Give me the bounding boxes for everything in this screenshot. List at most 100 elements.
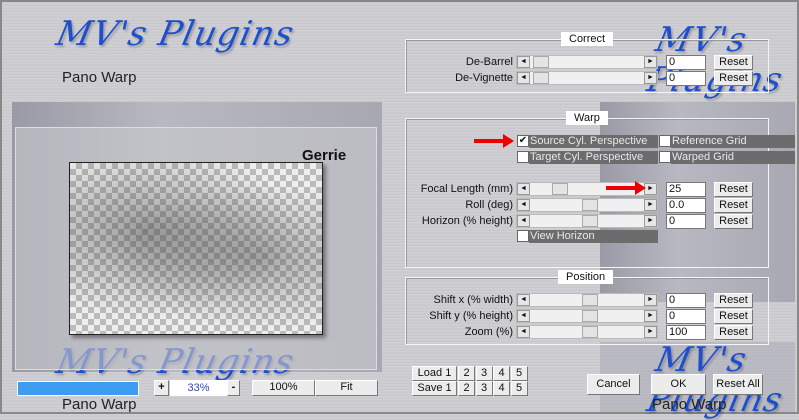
load-slot-4-button[interactable]: 4 — [493, 366, 510, 381]
reset-all-button[interactable]: Reset All — [713, 374, 763, 395]
cancel-button[interactable]: Cancel — [587, 374, 640, 395]
scroll-right-icon[interactable]: ► — [644, 56, 657, 68]
slider-thumb[interactable] — [533, 72, 549, 84]
focal-length-mm-reset-button[interactable]: Reset — [714, 182, 753, 197]
load-slot-3-button[interactable]: 3 — [475, 366, 493, 381]
slider-thumb[interactable] — [582, 326, 598, 338]
horizon-height-input[interactable]: 0 — [666, 214, 706, 229]
scroll-left-icon[interactable]: ◄ — [517, 326, 530, 338]
zoom-field[interactable]: 33% — [170, 380, 227, 396]
shift-y-height-input[interactable]: 0 — [666, 309, 706, 324]
warp-title: Warp — [566, 111, 608, 125]
slider-thumb[interactable] — [582, 199, 598, 211]
de-barrel-reset-button[interactable]: Reset — [714, 55, 753, 70]
scroll-right-icon[interactable]: ► — [644, 72, 657, 84]
horizon-height-reset-button[interactable]: Reset — [714, 214, 753, 229]
shift-x-width-label: Shift x (% width) — [433, 294, 513, 306]
scroll-left-icon[interactable]: ◄ — [517, 183, 530, 195]
zoom-input[interactable]: 100 — [666, 325, 706, 340]
source-cyl-checkbox[interactable]: ✔ — [517, 135, 529, 147]
scroll-right-icon[interactable]: ► — [644, 326, 657, 338]
horizon-height-slider[interactable]: ◄ ► — [516, 214, 658, 228]
scroll-left-icon[interactable]: ◄ — [517, 56, 530, 68]
zoom-row: Zoom (%) ◄ ► 100 Reset — [405, 325, 799, 340]
slider-thumb[interactable] — [552, 183, 568, 195]
horizon-height-label: Horizon (% height) — [421, 215, 513, 227]
load-1-button[interactable]: Load 1 — [412, 366, 457, 381]
roll-deg-input[interactable]: 0.0 — [666, 198, 706, 213]
source-cyl-label: Source Cyl. Perspective — [529, 135, 658, 148]
zoom-fit-button[interactable]: Fit — [315, 380, 378, 396]
shift-x-width-slider[interactable]: ◄ ► — [516, 293, 658, 307]
logo-subtitle-bottom-right: Pano Warp — [652, 396, 727, 413]
save-1-button[interactable]: Save 1 — [412, 381, 457, 396]
de-vignette-slider[interactable]: ◄ ► — [516, 71, 658, 85]
horizon-height-row: Horizon (% height) ◄ ► 0 Reset — [405, 214, 799, 229]
preview-image[interactable] — [69, 162, 323, 335]
shift-x-width-reset-button[interactable]: Reset — [714, 293, 753, 308]
zoom-100-button[interactable]: 100% — [252, 380, 315, 396]
ok-button[interactable]: OK — [651, 374, 706, 395]
scroll-right-icon[interactable]: ► — [644, 199, 657, 211]
slider-thumb[interactable] — [582, 215, 598, 227]
reference-grid-checkbox[interactable] — [659, 135, 671, 147]
load-slot-2-button[interactable]: 2 — [458, 366, 475, 381]
shift-y-height-reset-button[interactable]: Reset — [714, 309, 753, 324]
focal-length-mm-row: Focal Length (mm) ◄ ► 25 Reset — [405, 182, 799, 197]
roll-deg-reset-button[interactable]: Reset — [714, 198, 753, 213]
focal-length-mm-label: Focal Length (mm) — [420, 183, 513, 195]
de-barrel-slider[interactable]: ◄ ► — [516, 55, 658, 69]
scroll-left-icon[interactable]: ◄ — [517, 215, 530, 227]
logo-subtitle: Pano Warp — [62, 69, 137, 86]
de-vignette-row: De-Vignette ◄ ► 0 Reset — [405, 71, 799, 86]
shift-x-width-row: Shift x (% width) ◄ ► 0 Reset — [405, 293, 799, 308]
load-slot-5-button[interactable]: 5 — [510, 366, 528, 381]
view-horizon-label: View Horizon — [529, 230, 658, 243]
roll-deg-row: Roll (deg) ◄ ► 0.0 Reset — [405, 198, 799, 213]
roll-deg-label: Roll (deg) — [465, 199, 513, 211]
zoom-slider[interactable]: ◄ ► — [516, 325, 658, 339]
scroll-left-icon[interactable]: ◄ — [517, 72, 530, 84]
shift-y-height-slider[interactable]: ◄ ► — [516, 309, 658, 323]
de-barrel-input[interactable]: 0 — [666, 55, 706, 70]
scroll-left-icon[interactable]: ◄ — [517, 294, 530, 306]
de-vignette-input[interactable]: 0 — [666, 71, 706, 86]
warped-grid-checkbox[interactable] — [659, 151, 671, 163]
warped-grid-label: Warped Grid — [671, 151, 795, 164]
de-vignette-label: De-Vignette — [455, 72, 513, 84]
focal-length-mm-input[interactable]: 25 — [666, 182, 706, 197]
scroll-right-icon[interactable]: ► — [644, 294, 657, 306]
slider-thumb[interactable] — [533, 56, 549, 68]
save-slot-4-button[interactable]: 4 — [493, 381, 510, 396]
scroll-right-icon[interactable]: ► — [644, 215, 657, 227]
save-slot-5-button[interactable]: 5 — [510, 381, 528, 396]
red-arrow-icon — [606, 181, 646, 195]
target-cyl-label: Target Cyl. Perspective — [529, 151, 658, 164]
progress-bar — [17, 381, 139, 396]
image-label: Gerrie — [302, 147, 347, 164]
zoom-label: Zoom (%) — [464, 326, 513, 338]
zoom-reset-button[interactable]: Reset — [714, 325, 753, 340]
roll-deg-slider[interactable]: ◄ ► — [516, 198, 658, 212]
de-barrel-label: De-Barrel — [465, 56, 513, 68]
save-slot-3-button[interactable]: 3 — [475, 381, 493, 396]
logo-subtitle-bottom: Pano Warp — [62, 396, 137, 413]
view-horizon-checkbox[interactable] — [517, 230, 529, 242]
de-barrel-row: De-Barrel ◄ ► 0 Reset — [405, 55, 799, 70]
reference-grid-label: Reference Grid — [671, 135, 795, 148]
logo: MV's Plugins — [52, 14, 298, 54]
scroll-left-icon[interactable]: ◄ — [517, 310, 530, 322]
position-title: Position — [558, 270, 614, 284]
zoom-out-button[interactable]: - — [227, 380, 240, 396]
scroll-left-icon[interactable]: ◄ — [517, 199, 530, 211]
slider-thumb[interactable] — [582, 310, 598, 322]
target-cyl-checkbox[interactable] — [517, 151, 529, 163]
scroll-right-icon[interactable]: ► — [644, 310, 657, 322]
correct-title: Correct — [561, 32, 614, 46]
zoom-in-button[interactable]: + — [154, 380, 169, 396]
shift-x-width-input[interactable]: 0 — [666, 293, 706, 308]
de-vignette-reset-button[interactable]: Reset — [714, 71, 753, 86]
slider-thumb[interactable] — [582, 294, 598, 306]
red-arrow-icon — [474, 134, 514, 148]
save-slot-2-button[interactable]: 2 — [458, 381, 475, 396]
